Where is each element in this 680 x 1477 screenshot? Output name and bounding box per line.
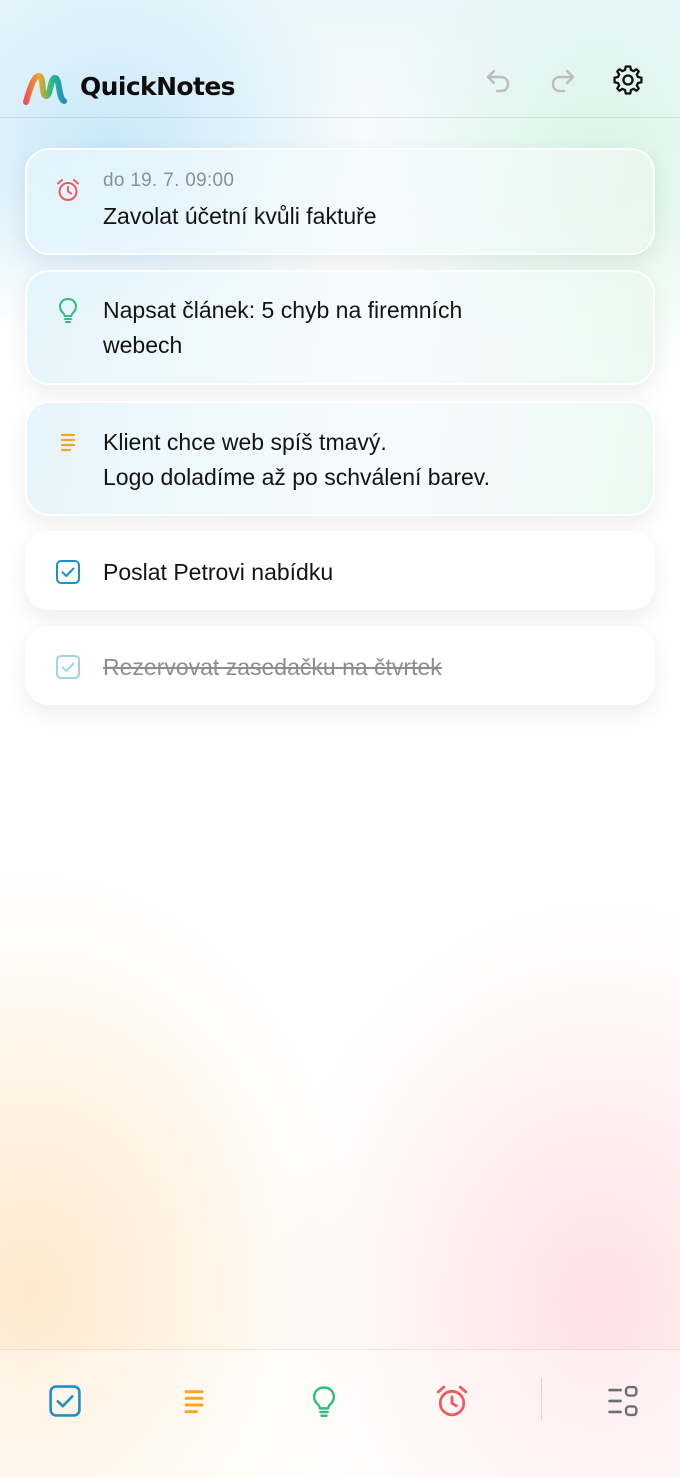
task-card-completed[interactable]: Rezervovat zasedačku na čtvrtek <box>25 626 655 705</box>
task-card[interactable]: Poslat Petrovi nabídku <box>25 531 655 610</box>
checkbox-checked-icon[interactable] <box>54 558 82 586</box>
nav-notes-button[interactable] <box>170 1377 218 1425</box>
task-text: Poslat Petrovi nabídku <box>103 559 334 585</box>
gear-icon <box>613 65 643 95</box>
note-card-text[interactable]: Klient chce web spíš tmavý. Logo doladím… <box>25 401 655 516</box>
checkbox-checked-icon[interactable] <box>54 653 82 681</box>
app-logo-icon <box>23 73 67 105</box>
undo-button[interactable] <box>478 60 518 100</box>
note-text: Napsat článek: 5 chyb na firemních webec… <box>103 297 463 358</box>
lightbulb-icon <box>312 1386 336 1417</box>
nav-divider <box>541 1378 542 1420</box>
note-text: Zavolat účetní kvůli faktuře <box>103 203 377 229</box>
lines-icon <box>184 1390 204 1414</box>
checkbox-checked-icon <box>49 1385 81 1417</box>
nav-reminders-button[interactable] <box>428 1377 476 1425</box>
alarm-clock-icon <box>54 176 82 204</box>
list-grid-icon <box>608 1385 638 1417</box>
note-card-reminder[interactable]: do 19. 7. 09:00 Zavolat účetní kvůli fak… <box>25 148 655 255</box>
app-header: QuickNotes <box>0 0 680 118</box>
nav-ideas-button[interactable] <box>300 1377 348 1425</box>
redo-button[interactable] <box>543 60 583 100</box>
app-title: QuickNotes <box>80 72 236 101</box>
lightbulb-icon <box>54 296 82 324</box>
redo-arrow-icon <box>551 69 575 93</box>
lines-icon <box>54 428 82 456</box>
alarm-clock-icon <box>436 1385 468 1417</box>
note-card-idea[interactable]: Napsat článek: 5 chyb na firemních webec… <box>25 270 655 385</box>
reminder-due-date: do 19. 7. 09:00 <box>103 170 235 191</box>
settings-button[interactable] <box>608 60 648 100</box>
undo-arrow-icon <box>486 69 510 93</box>
nav-filter-button[interactable] <box>599 1377 647 1425</box>
task-text: Rezervovat zasedačku na čtvrtek <box>103 654 442 680</box>
bottom-nav <box>0 1349 680 1477</box>
note-text: Klient chce web spíš tmavý. Logo doladím… <box>103 429 490 490</box>
nav-tasks-button[interactable] <box>41 1377 89 1425</box>
